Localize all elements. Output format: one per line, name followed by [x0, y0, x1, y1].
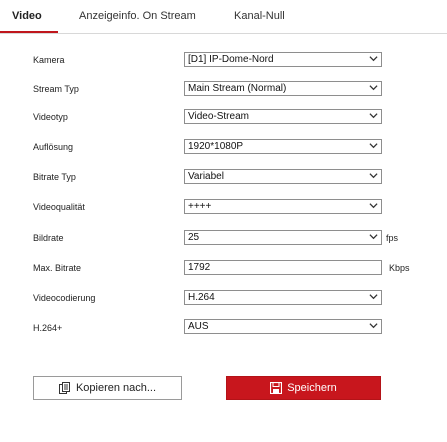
- h264plus-value: AUS: [188, 321, 209, 332]
- videocodierung-label: Videocodierung: [33, 293, 96, 303]
- bitrate-typ-label: Bitrate Typ: [33, 172, 76, 182]
- videoqualitaet-select[interactable]: ++++: [184, 199, 382, 214]
- stream-typ-value: Main Stream (Normal): [188, 83, 287, 94]
- h264plus-select[interactable]: AUS: [184, 319, 382, 334]
- max-bitrate-input[interactable]: 1792: [184, 260, 382, 275]
- aufloesung-label: Auflösung: [33, 142, 74, 152]
- videotyp-select[interactable]: Video-Stream: [184, 109, 382, 124]
- bitrate-typ-select[interactable]: Variabel: [184, 169, 382, 184]
- bildrate-select[interactable]: 25: [184, 230, 382, 245]
- copy-to-button[interactable]: Kopieren nach...: [33, 376, 182, 400]
- save-icon: [270, 382, 283, 394]
- chevron-down-icon: [369, 56, 378, 62]
- chevron-down-icon: [369, 294, 378, 300]
- videotyp-label: Videotyp: [33, 112, 68, 122]
- stream-typ-label: Stream Typ: [33, 84, 79, 94]
- chevron-down-icon: [369, 234, 378, 240]
- kamera-select[interactable]: [D1] IP-Dome-Nord: [184, 52, 382, 67]
- videocodierung-value: H.264: [188, 292, 215, 303]
- active-tab-indicator: [0, 31, 58, 33]
- chevron-down-icon: [369, 173, 378, 179]
- max-bitrate-value: 1792: [188, 262, 211, 273]
- copy-icon: [58, 382, 70, 394]
- chevron-down-icon: [369, 85, 378, 91]
- tab-bar: Video Anzeigeinfo. On Stream Kanal-Null: [0, 0, 447, 34]
- tab-anzeigeinfo-on-stream[interactable]: Anzeigeinfo. On Stream: [79, 10, 196, 22]
- bildrate-value: 25: [188, 232, 200, 243]
- save-label: Speichern: [287, 382, 337, 394]
- max-bitrate-label: Max. Bitrate: [33, 263, 82, 273]
- h264plus-label: H.264+: [33, 323, 63, 333]
- stream-typ-select[interactable]: Main Stream (Normal): [184, 81, 382, 96]
- chevron-down-icon: [369, 113, 378, 119]
- videoqualitaet-label: Videoqualität: [33, 202, 85, 212]
- save-button[interactable]: Speichern: [226, 376, 381, 400]
- chevron-down-icon: [369, 143, 378, 149]
- videoqualitaet-value: ++++: [188, 201, 212, 212]
- bildrate-label: Bildrate: [33, 233, 64, 243]
- kamera-value: [D1] IP-Dome-Nord: [188, 54, 274, 65]
- max-bitrate-unit: Kbps: [389, 263, 410, 273]
- videocodierung-select[interactable]: H.264: [184, 290, 382, 305]
- aufloesung-select[interactable]: 1920*1080P: [184, 139, 382, 154]
- kamera-label: Kamera: [33, 55, 65, 65]
- tab-video[interactable]: Video: [12, 10, 42, 22]
- chevron-down-icon: [369, 203, 378, 209]
- copy-to-label: Kopieren nach...: [75, 382, 157, 394]
- bitrate-typ-value: Variabel: [188, 171, 224, 182]
- bildrate-unit: fps: [386, 233, 399, 243]
- tab-kanal-null[interactable]: Kanal-Null: [234, 10, 285, 22]
- chevron-down-icon: [369, 323, 378, 329]
- aufloesung-value: 1920*1080P: [188, 141, 244, 152]
- videotyp-value: Video-Stream: [188, 111, 249, 122]
